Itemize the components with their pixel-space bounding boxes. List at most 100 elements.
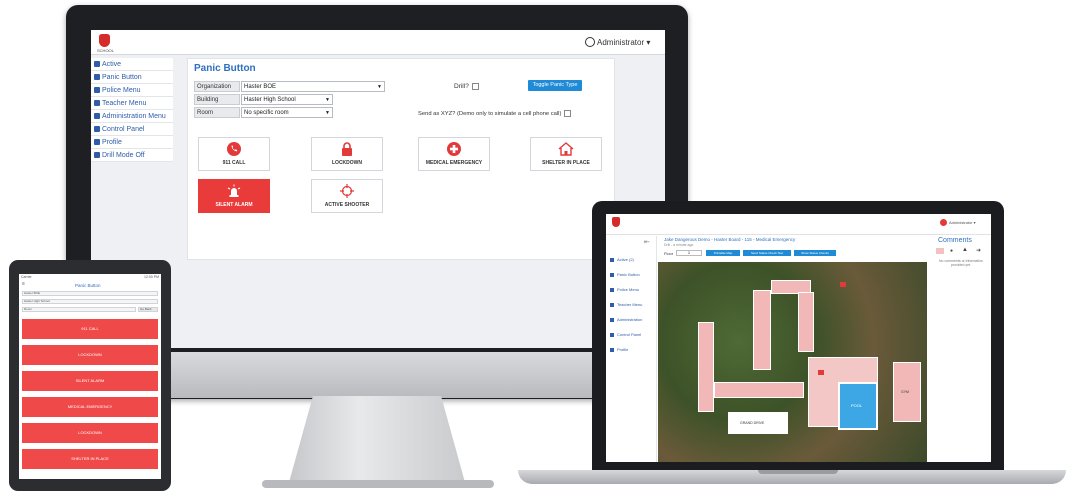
wrench-icon (610, 317, 614, 322)
send-status-check-button[interactable]: Send Status Check Text (743, 250, 791, 256)
tablet-room-select[interactable]: Room (22, 307, 136, 312)
building-icon (94, 100, 100, 106)
drill-toggle[interactable]: Drill? (454, 83, 479, 90)
tablet-panic-button-6[interactable]: SHELTER IN PLACE (22, 449, 158, 469)
show-status-checks-button[interactable]: Show Status Checks (794, 250, 836, 256)
pin-icon[interactable]: ● (950, 248, 953, 254)
tablet-panic-button-4[interactable]: MEDICAL EMERGENCY (22, 397, 158, 417)
printable-map-button[interactable]: Printable Map (706, 250, 740, 256)
building-label: Building (194, 94, 240, 105)
sidebar-item-administration-menu[interactable]: Administration Menu (91, 110, 173, 123)
caret-down-icon: ▼ (325, 110, 330, 116)
laptop-notch (758, 470, 838, 474)
gear-icon (610, 287, 614, 292)
building-wing (698, 322, 714, 412)
imac-stand-base (262, 480, 494, 488)
top-navbar: SCHOOL Administrator ▾ (91, 30, 665, 55)
tablet-panic-button-2[interactable]: LOCKDOWN (22, 345, 158, 365)
user-menu[interactable]: Administrator ▾ (597, 38, 650, 47)
send-as-option[interactable]: Send as XYZ? (Demo only to simulate a ce… (418, 110, 572, 117)
toggle-panic-type-button[interactable]: Toggle Panic Type (528, 80, 582, 91)
tablet-panic-button-3[interactable]: SILENT ALARM (22, 371, 158, 391)
lockdown-button[interactable]: LOCKDOWN (311, 137, 383, 171)
laptop-navbar: Administrator ▾ (606, 214, 991, 235)
silent-alarm-button[interactable]: SILENT ALARM (198, 179, 270, 213)
sidebar-item-profile[interactable]: Profile (91, 136, 173, 149)
flag-icon (610, 257, 614, 262)
siren-icon (227, 184, 241, 197)
filter-icon[interactable] (936, 248, 944, 254)
alert-marker[interactable] (840, 282, 846, 287)
tablet-organization-select[interactable]: Haster BOE (22, 291, 158, 296)
warning-icon (94, 74, 100, 80)
logo-text: SCHOOL (97, 48, 114, 53)
floor-select[interactable]: 1 (676, 250, 702, 256)
organization-select[interactable]: Haster BOE ▼ (241, 81, 385, 92)
medical-emergency-button[interactable]: MEDICAL EMERGENCY (418, 137, 490, 171)
map-label-gym: GYM (901, 390, 909, 394)
incident-subtitle: Drill - a minute ago (664, 243, 694, 247)
send-as-checkbox[interactable] (564, 110, 572, 117)
laptop-sidebar-item-control-panel[interactable]: Control Panel (606, 327, 656, 342)
caret-down-icon: ▼ (325, 97, 330, 103)
arrow-right-icon[interactable]: ➜ (976, 247, 981, 254)
page-title: Panic Button (194, 63, 256, 74)
panic-button-panel: Panic Button Organization Haster BOE ▼ Bu… (187, 58, 615, 260)
building-icon (610, 302, 614, 307)
tablet-status-right: 12:00 PM (144, 275, 159, 279)
comments-empty-text: No comments or information provided yet. (939, 259, 983, 267)
sidebar-item-teacher-menu[interactable]: Teacher Menu (91, 97, 173, 110)
laptop-sidebar-item-police-menu[interactable]: Police Menu (606, 282, 656, 297)
user-icon (94, 139, 100, 145)
imac-screen: SCHOOL Administrator ▾ Active Panic Butt… (91, 30, 665, 348)
user-icon (610, 347, 614, 352)
warning-icon (610, 272, 614, 277)
tablet-panic-button-1[interactable]: 911 CALL (22, 319, 158, 339)
sidebar: Active Panic Button Police Menu Teacher … (91, 58, 173, 162)
laptop-sidebar-item-active[interactable]: Active (2) (606, 252, 656, 267)
building-map[interactable]: POOL GRAND DRIVE GYM (658, 262, 927, 462)
shield-logo-icon[interactable] (99, 34, 110, 47)
building-select[interactable]: Haster High School ▼ (241, 94, 333, 105)
shield-logo-icon[interactable] (612, 217, 620, 227)
building-wing (798, 292, 814, 352)
laptop-sidebar-item-profile[interactable]: Profile (606, 342, 656, 357)
tablet-go-button[interactable]: Go Back (138, 307, 158, 312)
floor-label: Floor (664, 251, 674, 256)
sidebar-item-police-menu[interactable]: Police Menu (91, 84, 173, 97)
building-wing (714, 382, 804, 398)
laptop-sidebar-item-administration[interactable]: Administration (606, 312, 656, 327)
comments-title: Comments (938, 237, 972, 244)
wrench-icon (94, 113, 100, 119)
menu-icon[interactable]: ≡ (22, 281, 25, 287)
tablet-page-title: Panic Button (75, 283, 101, 288)
bank-icon (94, 126, 100, 132)
sidebar-item-active[interactable]: Active (91, 58, 173, 71)
laptop-sidebar-item-panic-button[interactable]: Panic Button (606, 267, 656, 282)
alert-marker[interactable] (818, 370, 824, 375)
911-call-button[interactable]: 911 CALL (198, 137, 270, 171)
sidebar-item-control-panel[interactable]: Control Panel (91, 123, 173, 136)
laptop-sidebar-item-teacher-menu[interactable]: Teacher Menu (606, 297, 656, 312)
laptop-user-menu[interactable]: Administrator ▾ (949, 220, 976, 225)
laptop-screen: Administrator ▾ ⇤ Active (2) Panic Butto… (606, 214, 991, 462)
sidebar-item-drill-mode[interactable]: Drill Mode Off (91, 149, 173, 162)
tablet-building-select[interactable]: Haster High School (22, 299, 158, 304)
building-wing (753, 290, 771, 370)
shelter-in-place-button[interactable]: SHELTER IN PLACE (530, 137, 602, 171)
collapse-icon[interactable]: ⇤ (644, 238, 650, 246)
lock-icon (342, 142, 352, 156)
phone-icon (227, 142, 241, 156)
drill-checkbox[interactable] (471, 83, 479, 90)
caret-down-icon: ▼ (377, 84, 382, 90)
sidebar-item-panic-button[interactable]: Panic Button (91, 71, 173, 84)
organization-label: Organization (194, 81, 240, 92)
room-select[interactable]: No specific room ▼ (241, 107, 333, 118)
warning-icon[interactable]: ▲ (962, 247, 968, 253)
bank-icon (610, 332, 614, 337)
crosshair-icon (340, 184, 354, 198)
active-shooter-button[interactable]: ACTIVE SHOOTER (311, 179, 383, 213)
tablet-panic-button-5[interactable]: LOCKDOWN (22, 423, 158, 443)
tablet-status-left: Carrier (21, 275, 32, 279)
room-label: Room (194, 107, 240, 118)
